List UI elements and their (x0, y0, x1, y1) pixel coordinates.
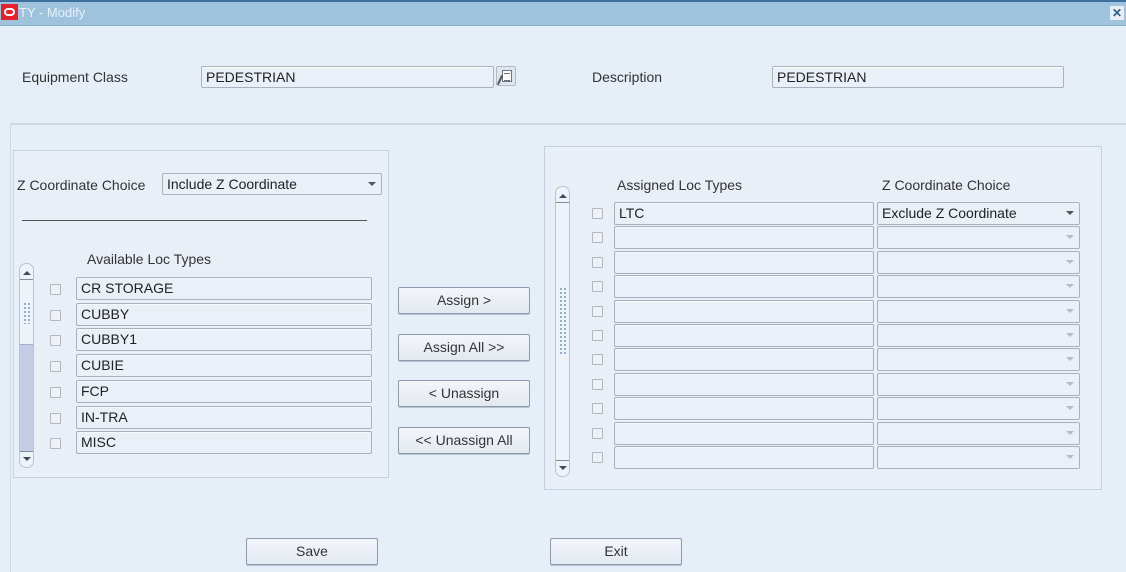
z-choice-row-select[interactable] (877, 324, 1080, 347)
z-choice-row-select[interactable] (877, 250, 1080, 274)
assigned-loc-type-cell[interactable] (614, 397, 874, 421)
z-choice-row-select[interactable] (877, 372, 1080, 396)
row-checkbox[interactable] (592, 305, 603, 317)
window-title: TY - Modify (19, 5, 86, 20)
scroll-up-icon[interactable] (20, 266, 33, 280)
z-choice-row-select[interactable] (877, 348, 1080, 372)
scroll-down-icon[interactable] (20, 451, 33, 465)
chevron-down-icon (1066, 284, 1074, 289)
assigned-loc-type-cell[interactable] (614, 299, 874, 323)
assigned-loc-type-cell[interactable] (614, 372, 874, 396)
assign-all-button[interactable]: Assign All >> (398, 334, 530, 361)
chevron-down-icon (1066, 381, 1074, 386)
z-choice-row-select[interactable] (877, 275, 1080, 299)
chevron-down-icon (1066, 235, 1074, 240)
chevron-down-icon (1066, 406, 1074, 411)
available-loc-type-cell[interactable]: CR STORAGE (76, 277, 372, 300)
assigned-loc-type-cell[interactable] (614, 348, 874, 372)
row-checkbox[interactable] (592, 403, 603, 415)
assigned-loc-type-cell[interactable] (614, 446, 874, 469)
assigned-loc-type-cell[interactable] (614, 324, 874, 347)
z-choice-row-value: Exclude Z Coordinate (882, 205, 1017, 221)
z-choice-row-select[interactable] (877, 446, 1080, 469)
row-checkbox[interactable] (50, 412, 61, 424)
z-choice-value: Include Z Coordinate (167, 176, 297, 192)
unassign-all-button[interactable]: << Unassign All (398, 427, 530, 454)
scroll-grip-icon (23, 302, 30, 324)
z-choice-column-header: Z Coordinate Choice (882, 177, 1011, 193)
scroll-track[interactable] (20, 344, 33, 452)
save-button[interactable]: Save (246, 538, 378, 565)
scroll-down-icon[interactable] (556, 460, 569, 474)
assigned-loc-type-cell[interactable]: LTC (614, 202, 874, 225)
frame-left-edge (10, 123, 11, 572)
row-checkbox[interactable] (50, 438, 61, 450)
row-checkbox[interactable] (50, 284, 61, 295)
assigned-loc-types-header: Assigned Loc Types (617, 177, 743, 193)
row-checkbox[interactable] (592, 330, 603, 341)
z-choice-row-select[interactable] (877, 299, 1080, 323)
z-choice-row-select[interactable]: Exclude Z Coordinate (877, 202, 1080, 225)
row-checkbox[interactable] (50, 361, 61, 373)
z-choice-row-select[interactable] (877, 226, 1080, 250)
equipment-class-field[interactable]: PEDESTRIAN (201, 66, 494, 88)
z-choice-row-select[interactable] (877, 397, 1080, 421)
row-checkbox[interactable] (592, 378, 603, 390)
chevron-down-icon (1066, 211, 1074, 215)
scroll-up-icon[interactable] (556, 189, 569, 203)
scroll-grip-icon (559, 287, 566, 355)
chevron-down-icon (1066, 430, 1074, 435)
description-label: Description (592, 69, 663, 85)
row-checkbox[interactable] (592, 354, 603, 366)
equipment-class-lov-button[interactable] (496, 66, 516, 86)
equipment-class-label: Equipment Class (22, 69, 128, 85)
available-loc-type-cell[interactable]: CUBBY1 (76, 328, 372, 352)
section-divider (22, 220, 367, 221)
available-loc-type-cell[interactable]: FCP (76, 379, 372, 403)
z-choice-label: Z Coordinate Choice (17, 177, 146, 193)
chevron-down-icon (1066, 455, 1074, 459)
assign-button[interactable]: Assign > (398, 287, 530, 314)
available-loc-type-cell[interactable]: IN-TRA (76, 405, 372, 429)
row-checkbox[interactable] (592, 452, 603, 463)
z-choice-row-select[interactable] (877, 421, 1080, 445)
unassign-button[interactable]: < Unassign (398, 380, 530, 407)
oracle-logo-icon (1, 4, 18, 20)
available-loc-type-cell[interactable]: CUBBY (76, 302, 372, 326)
chevron-down-icon (368, 182, 376, 186)
row-checkbox[interactable] (50, 386, 61, 398)
close-icon[interactable]: ✕ (1110, 6, 1124, 20)
row-checkbox[interactable] (50, 335, 61, 347)
assigned-loc-type-cell[interactable] (614, 421, 874, 445)
header-divider (10, 123, 1126, 125)
row-checkbox[interactable] (50, 309, 61, 321)
chevron-down-icon (1066, 259, 1074, 264)
row-checkbox[interactable] (592, 427, 603, 439)
assigned-scrollbar[interactable] (555, 186, 570, 477)
assigned-loc-type-cell[interactable] (614, 250, 874, 274)
chevron-down-icon (1066, 333, 1074, 337)
available-loc-type-cell[interactable]: CUBIE (76, 354, 372, 378)
chevron-down-icon (1066, 308, 1074, 313)
z-choice-select[interactable]: Include Z Coordinate (162, 173, 382, 195)
row-checkbox[interactable] (592, 232, 603, 244)
row-checkbox[interactable] (592, 208, 603, 219)
available-scrollbar[interactable] (19, 263, 34, 468)
exit-button[interactable]: Exit (550, 538, 682, 565)
assigned-loc-type-cell[interactable] (614, 275, 874, 299)
chevron-down-icon (1066, 357, 1074, 362)
available-loc-type-cell[interactable]: MISC (76, 431, 372, 455)
window-titlebar: TY - Modify ✕ (0, 0, 1126, 26)
assigned-loc-type-cell[interactable] (614, 226, 874, 250)
description-field[interactable]: PEDESTRIAN (772, 66, 1064, 88)
row-checkbox[interactable] (592, 256, 603, 268)
available-loc-types-header: Available Loc Types (87, 251, 212, 267)
row-checkbox[interactable] (592, 281, 603, 293)
